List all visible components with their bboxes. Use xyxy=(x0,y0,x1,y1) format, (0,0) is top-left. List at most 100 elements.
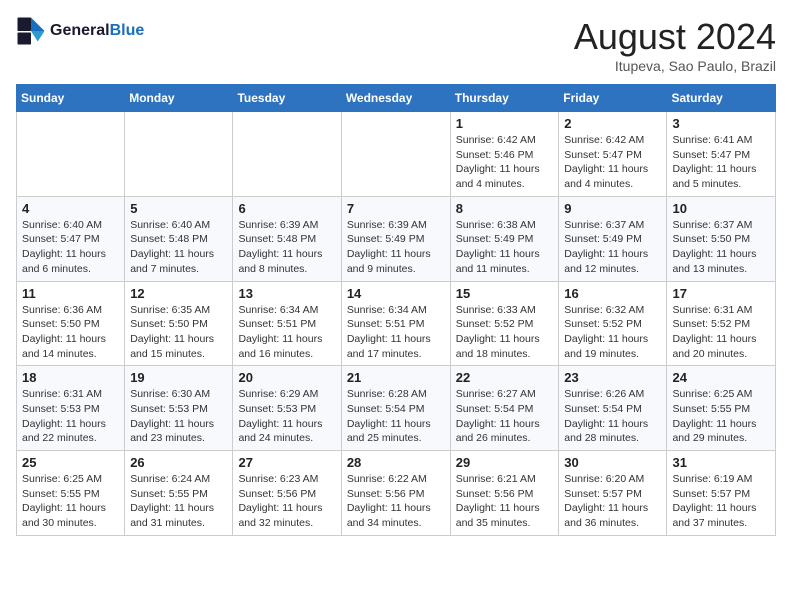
day-number: 13 xyxy=(238,286,335,301)
calendar-cell: 25 Sunrise: 6:25 AMSunset: 5:55 PMDayligh… xyxy=(17,451,125,536)
day-number: 18 xyxy=(22,370,119,385)
day-info: Sunrise: 6:20 AMSunset: 5:57 PMDaylight:… xyxy=(564,472,661,531)
calendar-cell: 29 Sunrise: 6:21 AMSunset: 5:56 PMDayligh… xyxy=(450,451,559,536)
day-info: Sunrise: 6:40 AMSunset: 5:48 PMDaylight:… xyxy=(130,218,227,277)
day-number: 14 xyxy=(347,286,445,301)
day-number: 4 xyxy=(22,201,119,216)
day-info: Sunrise: 6:25 AMSunset: 5:55 PMDaylight:… xyxy=(672,387,770,446)
day-number: 12 xyxy=(130,286,227,301)
calendar-cell: 18Sunrise: 6:31 AMSunset: 5:53 PMDayligh… xyxy=(17,366,125,451)
location-subtitle: Itupeva, Sao Paulo, Brazil xyxy=(574,58,776,74)
day-number: 22 xyxy=(456,370,554,385)
day-number: 10 xyxy=(672,201,770,216)
day-header-sunday: Sunday xyxy=(17,85,125,112)
day-number: 8 xyxy=(456,201,554,216)
calendar-cell: 3Sunrise: 6:41 AMSunset: 5:47 PMDaylight… xyxy=(667,112,776,197)
calendar-cell: 10 Sunrise: 6:37 AMSunset: 5:50 PMDayligh… xyxy=(667,196,776,281)
day-info: Sunrise: 6:37 AMSunset: 5:50 PMDaylight:… xyxy=(672,218,770,277)
calendar-cell: 1Sunrise: 6:42 AMSunset: 5:46 PMDaylight… xyxy=(450,112,559,197)
day-header-thursday: Thursday xyxy=(450,85,559,112)
day-number: 29 xyxy=(456,455,554,470)
day-info: Sunrise: 6:27 AMSunset: 5:54 PMDaylight:… xyxy=(456,387,554,446)
day-info: Sunrise: 6:42 AMSunset: 5:46 PMDaylight:… xyxy=(456,133,554,192)
day-info: Sunrise: 6:37 AMSunset: 5:49 PMDaylight:… xyxy=(564,218,661,277)
calendar-week-row: 1Sunrise: 6:42 AMSunset: 5:46 PMDaylight… xyxy=(17,112,776,197)
calendar-cell xyxy=(17,112,125,197)
day-number: 20 xyxy=(238,370,335,385)
calendar-cell: 6 Sunrise: 6:39 AMSunset: 5:48 PMDaylight… xyxy=(233,196,341,281)
day-info: Sunrise: 6:34 AMSunset: 5:51 PMDaylight:… xyxy=(238,303,335,362)
logo-text: GeneralBlue xyxy=(50,22,144,40)
calendar-cell: 8 Sunrise: 6:38 AMSunset: 5:49 PMDaylight… xyxy=(450,196,559,281)
day-number: 25 xyxy=(22,455,119,470)
day-info: Sunrise: 6:24 AMSunset: 5:55 PMDaylight:… xyxy=(130,472,227,531)
calendar-week-row: 11 Sunrise: 6:36 AMSunset: 5:50 PMDayligh… xyxy=(17,281,776,366)
day-number: 11 xyxy=(22,286,119,301)
day-info: Sunrise: 6:25 AMSunset: 5:55 PMDaylight:… xyxy=(22,472,119,531)
calendar-cell: 19 Sunrise: 6:30 AMSunset: 5:53 PMDayligh… xyxy=(125,366,233,451)
calendar-cell: 28 Sunrise: 6:22 AMSunset: 5:56 PMDayligh… xyxy=(341,451,450,536)
calendar-cell: 27Sunrise: 6:23 AMSunset: 5:56 PMDayligh… xyxy=(233,451,341,536)
day-number: 16 xyxy=(564,286,661,301)
calendar-cell: 31 Sunrise: 6:19 AMSunset: 5:57 PMDayligh… xyxy=(667,451,776,536)
day-number: 30 xyxy=(564,455,661,470)
day-header-saturday: Saturday xyxy=(667,85,776,112)
calendar-cell: 30 Sunrise: 6:20 AMSunset: 5:57 PMDayligh… xyxy=(559,451,667,536)
calendar-table: SundayMondayTuesdayWednesdayThursdayFrid… xyxy=(16,84,776,536)
calendar-cell: 24 Sunrise: 6:25 AMSunset: 5:55 PMDayligh… xyxy=(667,366,776,451)
day-info: Sunrise: 6:26 AMSunset: 5:54 PMDaylight:… xyxy=(564,387,661,446)
day-info: Sunrise: 6:39 AMSunset: 5:48 PMDaylight:… xyxy=(238,218,335,277)
day-info: Sunrise: 6:21 AMSunset: 5:56 PMDaylight:… xyxy=(456,472,554,531)
day-number: 24 xyxy=(672,370,770,385)
page-header: GeneralBlue August 2024 Itupeva, Sao Pau… xyxy=(16,16,776,74)
calendar-header-row: SundayMondayTuesdayWednesdayThursdayFrid… xyxy=(17,85,776,112)
day-info: Sunrise: 6:41 AMSunset: 5:47 PMDaylight:… xyxy=(672,133,770,192)
calendar-cell: 2Sunrise: 6:42 AMSunset: 5:47 PMDaylight… xyxy=(559,112,667,197)
calendar-cell: 12 Sunrise: 6:35 AMSunset: 5:50 PMDayligh… xyxy=(125,281,233,366)
day-number: 19 xyxy=(130,370,227,385)
calendar-week-row: 4 Sunrise: 6:40 AMSunset: 5:47 PMDaylight… xyxy=(17,196,776,281)
day-number: 9 xyxy=(564,201,661,216)
calendar-cell: 9 Sunrise: 6:37 AMSunset: 5:49 PMDaylight… xyxy=(559,196,667,281)
calendar-cell: 23 Sunrise: 6:26 AMSunset: 5:54 PMDayligh… xyxy=(559,366,667,451)
calendar-cell xyxy=(233,112,341,197)
day-info: Sunrise: 6:28 AMSunset: 5:54 PMDaylight:… xyxy=(347,387,445,446)
logo: GeneralBlue xyxy=(16,16,144,46)
day-info: Sunrise: 6:40 AMSunset: 5:47 PMDaylight:… xyxy=(22,218,119,277)
day-number: 31 xyxy=(672,455,770,470)
calendar-cell: 14Sunrise: 6:34 AMSunset: 5:51 PMDayligh… xyxy=(341,281,450,366)
day-info: Sunrise: 6:33 AMSunset: 5:52 PMDaylight:… xyxy=(456,303,554,362)
calendar-cell: 4 Sunrise: 6:40 AMSunset: 5:47 PMDaylight… xyxy=(17,196,125,281)
day-number: 26 xyxy=(130,455,227,470)
day-header-wednesday: Wednesday xyxy=(341,85,450,112)
calendar-cell: 15Sunrise: 6:33 AMSunset: 5:52 PMDayligh… xyxy=(450,281,559,366)
calendar-cell: 16 Sunrise: 6:32 AMSunset: 5:52 PMDayligh… xyxy=(559,281,667,366)
day-info: Sunrise: 6:36 AMSunset: 5:50 PMDaylight:… xyxy=(22,303,119,362)
day-header-monday: Monday xyxy=(125,85,233,112)
day-number: 2 xyxy=(564,116,661,131)
calendar-cell: 5 Sunrise: 6:40 AMSunset: 5:48 PMDaylight… xyxy=(125,196,233,281)
day-number: 6 xyxy=(238,201,335,216)
day-header-tuesday: Tuesday xyxy=(233,85,341,112)
day-number: 21 xyxy=(347,370,445,385)
day-number: 5 xyxy=(130,201,227,216)
day-info: Sunrise: 6:29 AMSunset: 5:53 PMDaylight:… xyxy=(238,387,335,446)
day-info: Sunrise: 6:38 AMSunset: 5:49 PMDaylight:… xyxy=(456,218,554,277)
day-number: 7 xyxy=(347,201,445,216)
day-number: 28 xyxy=(347,455,445,470)
calendar-cell: 22 Sunrise: 6:27 AMSunset: 5:54 PMDayligh… xyxy=(450,366,559,451)
calendar-cell: 26 Sunrise: 6:24 AMSunset: 5:55 PMDayligh… xyxy=(125,451,233,536)
day-info: Sunrise: 6:30 AMSunset: 5:53 PMDaylight:… xyxy=(130,387,227,446)
day-info: Sunrise: 6:19 AMSunset: 5:57 PMDaylight:… xyxy=(672,472,770,531)
calendar-cell: 20 Sunrise: 6:29 AMSunset: 5:53 PMDayligh… xyxy=(233,366,341,451)
day-info: Sunrise: 6:35 AMSunset: 5:50 PMDaylight:… xyxy=(130,303,227,362)
month-year-title: August 2024 xyxy=(574,16,776,58)
day-info: Sunrise: 6:32 AMSunset: 5:52 PMDaylight:… xyxy=(564,303,661,362)
day-number: 23 xyxy=(564,370,661,385)
day-info: Sunrise: 6:23 AMSunset: 5:56 PMDaylight:… xyxy=(238,472,335,531)
title-block: August 2024 Itupeva, Sao Paulo, Brazil xyxy=(574,16,776,74)
day-info: Sunrise: 6:22 AMSunset: 5:56 PMDaylight:… xyxy=(347,472,445,531)
logo-icon xyxy=(16,16,46,46)
calendar-cell: 7Sunrise: 6:39 AMSunset: 5:49 PMDaylight… xyxy=(341,196,450,281)
calendar-cell: 17Sunrise: 6:31 AMSunset: 5:52 PMDayligh… xyxy=(667,281,776,366)
